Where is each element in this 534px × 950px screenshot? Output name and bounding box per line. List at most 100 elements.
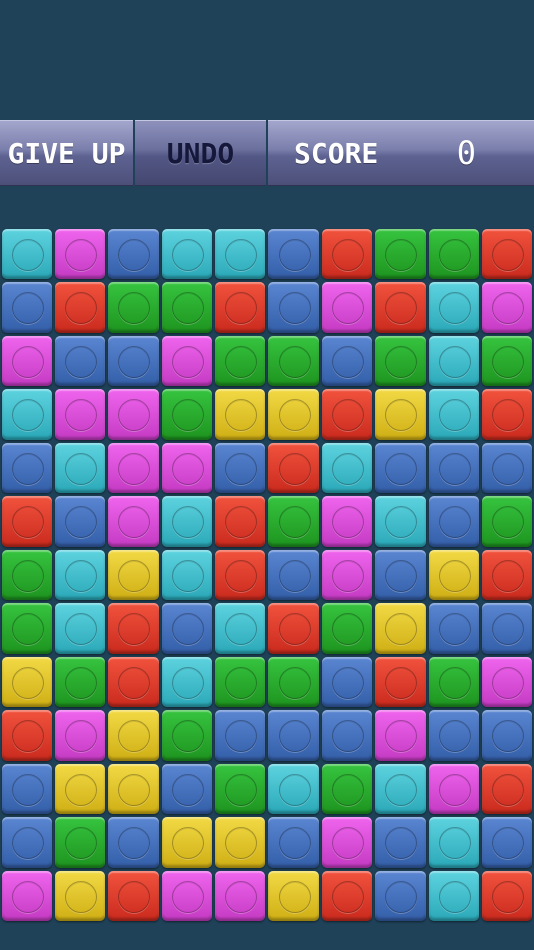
tile-blue[interactable] bbox=[54, 496, 106, 547]
tile-blue[interactable] bbox=[428, 603, 480, 654]
tile-blue[interactable] bbox=[482, 710, 533, 761]
tile-green[interactable] bbox=[428, 656, 480, 707]
tile-blue[interactable] bbox=[161, 603, 213, 654]
tile-magenta[interactable] bbox=[161, 335, 213, 386]
tile-magenta[interactable] bbox=[108, 389, 159, 440]
tile-cyan[interactable] bbox=[321, 442, 373, 493]
tile-green[interactable] bbox=[54, 817, 106, 868]
tile-green[interactable] bbox=[375, 335, 426, 386]
tile-magenta[interactable] bbox=[482, 656, 533, 707]
tile-blue[interactable] bbox=[375, 442, 426, 493]
tile-green[interactable] bbox=[1, 603, 52, 654]
tile-red[interactable] bbox=[108, 603, 159, 654]
tile-cyan[interactable] bbox=[428, 282, 480, 333]
tile-green[interactable] bbox=[482, 335, 533, 386]
tile-yellow[interactable] bbox=[268, 870, 319, 921]
tile-green[interactable] bbox=[321, 763, 373, 814]
tile-green[interactable] bbox=[268, 656, 319, 707]
tile-green[interactable] bbox=[54, 656, 106, 707]
tile-yellow[interactable] bbox=[1, 656, 52, 707]
tile-green[interactable] bbox=[321, 603, 373, 654]
tile-blue[interactable] bbox=[428, 496, 480, 547]
tile-blue[interactable] bbox=[375, 870, 426, 921]
tile-cyan[interactable] bbox=[161, 549, 213, 600]
tile-green[interactable] bbox=[375, 228, 426, 279]
tile-green[interactable] bbox=[428, 228, 480, 279]
tile-green[interactable] bbox=[215, 656, 266, 707]
tile-red[interactable] bbox=[321, 228, 373, 279]
tile-yellow[interactable] bbox=[375, 603, 426, 654]
tile-magenta[interactable] bbox=[321, 817, 373, 868]
tile-red[interactable] bbox=[482, 549, 533, 600]
tile-cyan[interactable] bbox=[54, 442, 106, 493]
tile-green[interactable] bbox=[268, 496, 319, 547]
tile-yellow[interactable] bbox=[108, 549, 159, 600]
tile-blue[interactable] bbox=[268, 710, 319, 761]
tile-blue[interactable] bbox=[215, 710, 266, 761]
tile-yellow[interactable] bbox=[54, 763, 106, 814]
tile-cyan[interactable] bbox=[215, 228, 266, 279]
tile-yellow[interactable] bbox=[428, 549, 480, 600]
tile-magenta[interactable] bbox=[321, 496, 373, 547]
tile-magenta[interactable] bbox=[215, 870, 266, 921]
tile-green[interactable] bbox=[482, 496, 533, 547]
tile-blue[interactable] bbox=[482, 442, 533, 493]
tile-magenta[interactable] bbox=[375, 710, 426, 761]
tile-green[interactable] bbox=[161, 389, 213, 440]
tile-red[interactable] bbox=[321, 870, 373, 921]
tile-magenta[interactable] bbox=[108, 496, 159, 547]
tile-magenta[interactable] bbox=[321, 549, 373, 600]
tile-blue[interactable] bbox=[482, 817, 533, 868]
tile-blue[interactable] bbox=[161, 763, 213, 814]
tile-blue[interactable] bbox=[1, 282, 52, 333]
tile-blue[interactable] bbox=[268, 549, 319, 600]
tile-blue[interactable] bbox=[108, 817, 159, 868]
tile-yellow[interactable] bbox=[54, 870, 106, 921]
tile-red[interactable] bbox=[482, 870, 533, 921]
tile-blue[interactable] bbox=[268, 817, 319, 868]
tile-red[interactable] bbox=[1, 710, 52, 761]
tile-green[interactable] bbox=[161, 710, 213, 761]
tile-magenta[interactable] bbox=[161, 870, 213, 921]
tile-red[interactable] bbox=[108, 870, 159, 921]
tile-green[interactable] bbox=[108, 282, 159, 333]
tile-red[interactable] bbox=[108, 656, 159, 707]
tile-cyan[interactable] bbox=[375, 496, 426, 547]
tile-green[interactable] bbox=[215, 335, 266, 386]
tile-cyan[interactable] bbox=[268, 763, 319, 814]
tile-magenta[interactable] bbox=[482, 282, 533, 333]
tile-blue[interactable] bbox=[1, 817, 52, 868]
tile-yellow[interactable] bbox=[108, 710, 159, 761]
tile-magenta[interactable] bbox=[54, 389, 106, 440]
tile-yellow[interactable] bbox=[161, 817, 213, 868]
tile-red[interactable] bbox=[375, 282, 426, 333]
tile-green[interactable] bbox=[1, 549, 52, 600]
tile-cyan[interactable] bbox=[1, 389, 52, 440]
tile-blue[interactable] bbox=[375, 549, 426, 600]
tile-blue[interactable] bbox=[1, 763, 52, 814]
tile-blue[interactable] bbox=[321, 335, 373, 386]
tile-magenta[interactable] bbox=[428, 763, 480, 814]
tile-blue[interactable] bbox=[321, 656, 373, 707]
tile-magenta[interactable] bbox=[161, 442, 213, 493]
tile-yellow[interactable] bbox=[108, 763, 159, 814]
tile-magenta[interactable] bbox=[54, 228, 106, 279]
tile-red[interactable] bbox=[321, 389, 373, 440]
tile-cyan[interactable] bbox=[54, 603, 106, 654]
undo-button[interactable]: UNDO bbox=[135, 120, 266, 186]
tile-red[interactable] bbox=[1, 496, 52, 547]
tile-red[interactable] bbox=[268, 442, 319, 493]
tile-magenta[interactable] bbox=[1, 335, 52, 386]
tile-magenta[interactable] bbox=[108, 442, 159, 493]
tile-red[interactable] bbox=[482, 389, 533, 440]
tile-cyan[interactable] bbox=[428, 335, 480, 386]
tile-blue[interactable] bbox=[215, 442, 266, 493]
tile-cyan[interactable] bbox=[54, 549, 106, 600]
tile-blue[interactable] bbox=[375, 817, 426, 868]
tile-blue[interactable] bbox=[268, 282, 319, 333]
tile-red[interactable] bbox=[482, 763, 533, 814]
tile-green[interactable] bbox=[215, 763, 266, 814]
tile-red[interactable] bbox=[375, 656, 426, 707]
tile-green[interactable] bbox=[161, 282, 213, 333]
tile-cyan[interactable] bbox=[1, 228, 52, 279]
